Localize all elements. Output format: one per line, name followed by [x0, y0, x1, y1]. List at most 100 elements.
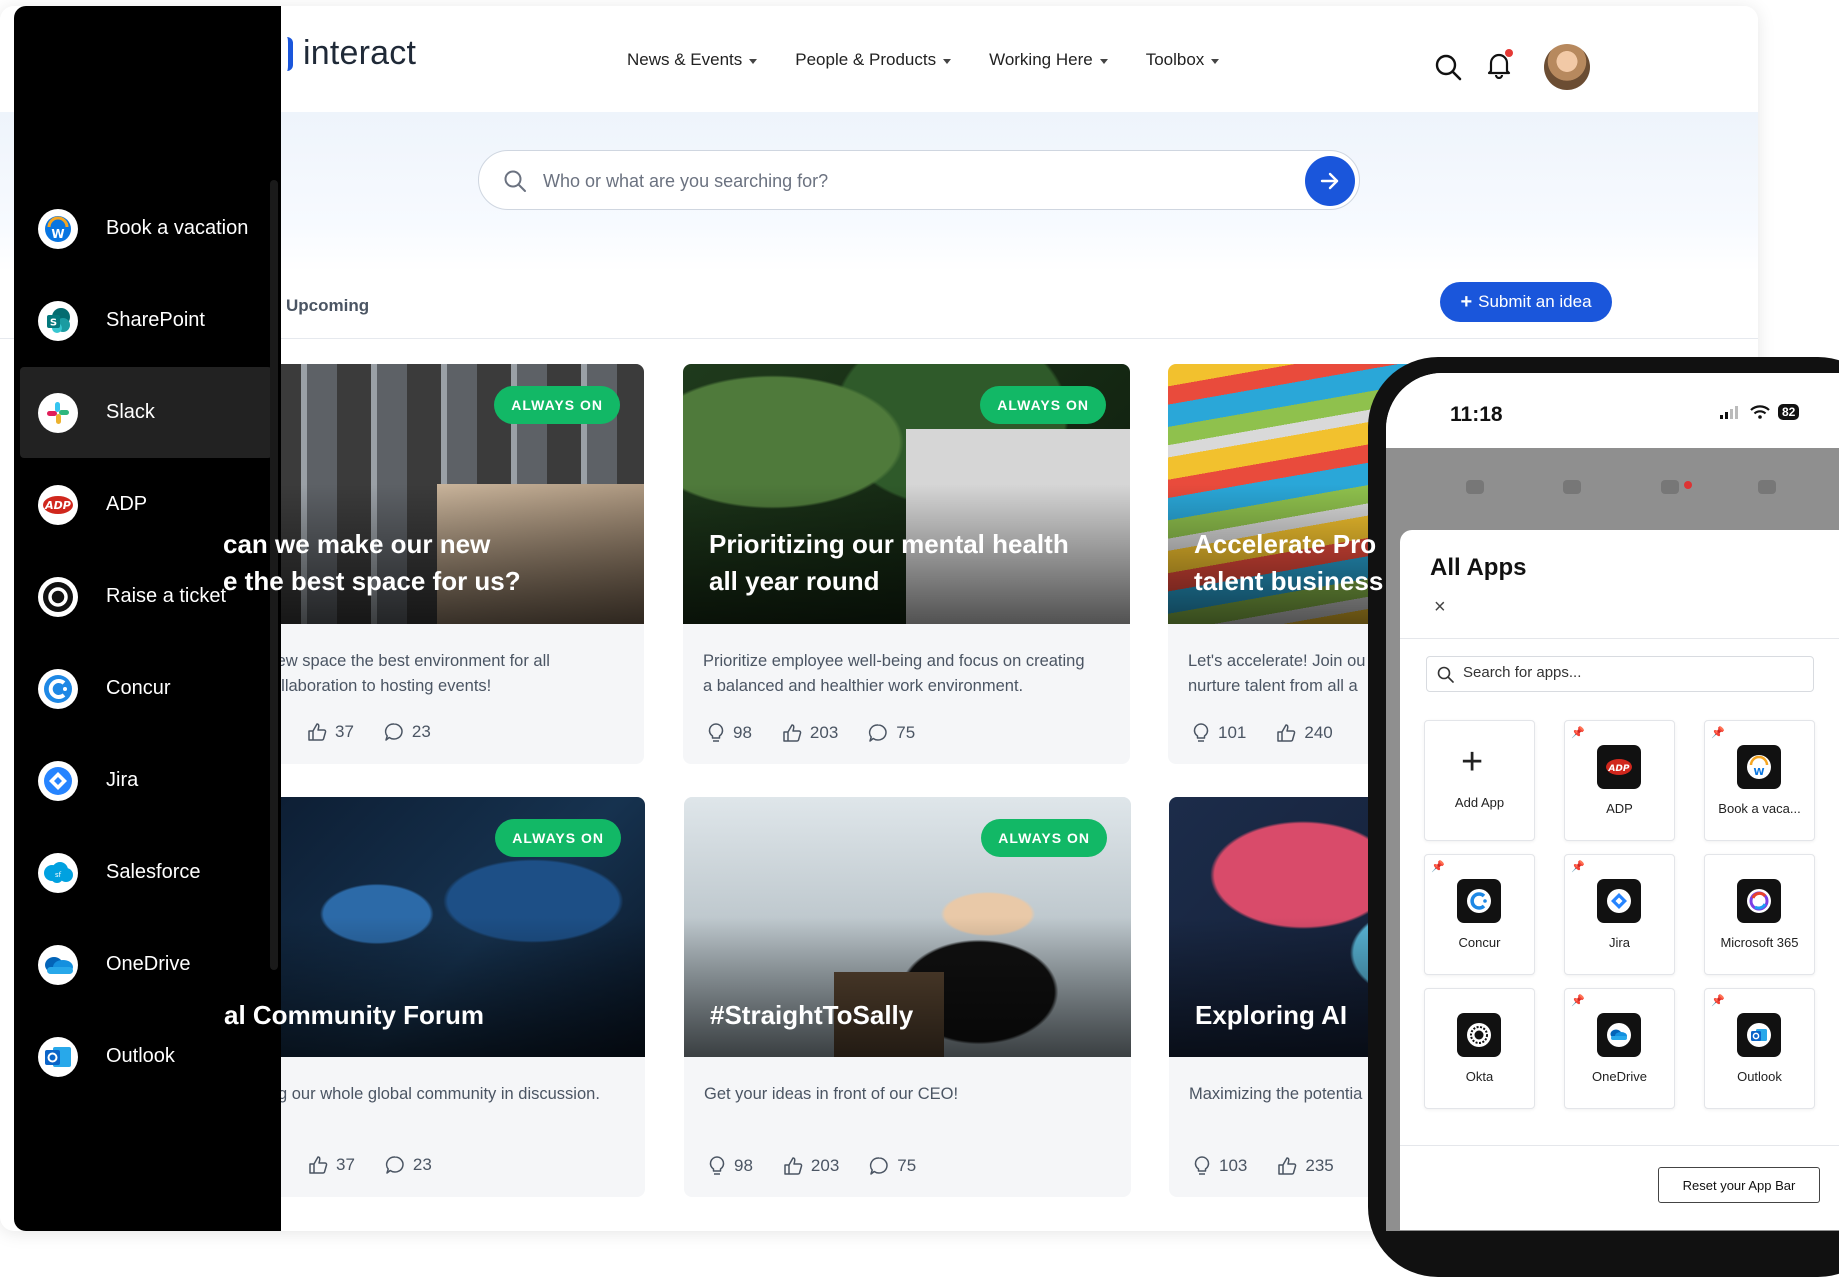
plus-icon: +	[1460, 291, 1473, 313]
idea-card[interactable]: ALWAYS ON #StraightToSally Get your idea…	[684, 797, 1131, 1197]
appbar-label: Jira	[106, 769, 139, 791]
pin-icon: 📌	[1571, 861, 1585, 873]
search-submit-button[interactable]	[1305, 156, 1355, 206]
workday-icon: W	[1737, 745, 1781, 789]
outlook-icon	[1737, 1013, 1781, 1057]
card-title: #StraightToSally	[710, 1000, 914, 1030]
tile-label: Book a vaca...	[1718, 801, 1801, 816]
card-title: Prioritizing our mental health all year …	[709, 529, 1069, 596]
caret-down-icon	[749, 58, 758, 64]
adp-icon: ADP	[38, 484, 78, 525]
submit-idea-button[interactable]: + Submit an idea	[1440, 282, 1612, 322]
jira-icon	[1597, 879, 1641, 923]
tile-jira[interactable]: 📌 Jira	[1564, 854, 1675, 975]
workday-icon: W	[38, 208, 78, 249]
tile-outlook[interactable]: 📌 Outlook	[1704, 988, 1815, 1109]
global-search	[478, 150, 1360, 210]
tile-concur[interactable]: 📌 Concur	[1424, 854, 1535, 975]
adp-icon: ADP	[1597, 745, 1641, 789]
pin-icon: 📌	[1711, 995, 1725, 1007]
notifications-button[interactable]	[1486, 48, 1513, 84]
nav-label: News & Events	[627, 50, 743, 69]
onedrive-icon	[38, 944, 78, 985]
appbar-label: Salesforce	[106, 861, 201, 883]
status-time: 11:18	[1450, 403, 1503, 426]
dimmed-nav	[1386, 480, 1839, 494]
caret-down-icon	[1099, 58, 1108, 64]
search-icon	[504, 170, 526, 192]
tile-label: Jira	[1609, 935, 1630, 950]
submit-idea-label: Submit an idea	[1478, 292, 1592, 311]
tile-label: Add App	[1454, 795, 1505, 810]
tile-microsoft-365[interactable]: Microsoft 365	[1704, 854, 1815, 975]
card-title: can we make our new e the best space for…	[223, 529, 521, 596]
jira-icon	[38, 760, 78, 801]
search-input[interactable]	[541, 163, 1245, 199]
nav-working-here[interactable]: Working Here	[989, 50, 1108, 70]
status-icons: 82	[1720, 404, 1800, 420]
appbar-item-salesforce[interactable]: sf Salesforce	[20, 827, 272, 918]
avatar[interactable]	[1544, 44, 1590, 90]
appbar-item-sharepoint[interactable]: S SharePoint	[20, 275, 272, 366]
svg-text:sf: sf	[55, 871, 62, 879]
nav-people-products[interactable]: People & Products	[795, 50, 952, 70]
nav-label: Working Here	[989, 50, 1093, 69]
card-title: al Community Forum	[224, 1000, 485, 1030]
concur-icon	[1457, 879, 1501, 923]
appbar-label: Book a vacation	[106, 217, 249, 239]
caret-down-icon	[943, 58, 952, 64]
appbar-label: Raise a ticket	[106, 585, 227, 607]
always-on-badge: ALWAYS ON	[495, 819, 621, 857]
plus-icon: +	[1461, 741, 1484, 783]
tile-label: Concur	[1458, 935, 1501, 950]
pin-icon: 📌	[1431, 861, 1445, 873]
appbar-label: Concur	[106, 677, 171, 699]
microsoft-365-icon	[1737, 879, 1781, 923]
signal-icon	[1720, 406, 1738, 419]
pin-icon: 📌	[1711, 727, 1725, 739]
outlook-icon	[38, 1036, 78, 1077]
sharepoint-icon: S	[38, 300, 78, 341]
notification-dot	[1505, 48, 1513, 57]
always-on-badge: ALWAYS ON	[494, 386, 620, 424]
appbar-label: ADP	[106, 493, 148, 515]
idea-card[interactable]: ALWAYS ON Prioritizing our mental health…	[683, 364, 1130, 764]
tile-book-vacation[interactable]: 📌 W Book a vaca...	[1704, 720, 1815, 841]
nav-toolbox[interactable]: Toolbox	[1146, 50, 1220, 70]
status-bar: 11:18 82	[1386, 373, 1839, 448]
wifi-icon	[1750, 405, 1770, 419]
nav-label: Toolbox	[1145, 50, 1205, 69]
ticket-icon	[38, 576, 78, 617]
tab-upcoming[interactable]: Upcoming	[286, 296, 369, 316]
notification-dot	[1684, 481, 1692, 489]
search-icon	[1563, 480, 1582, 494]
card-title: Accelerate Pro talent business	[1194, 529, 1384, 596]
caret-down-icon	[1211, 58, 1220, 64]
reset-app-bar-button[interactable]: Reset your App Bar	[1658, 1167, 1820, 1203]
always-on-badge: ALWAYS ON	[981, 819, 1107, 857]
onedrive-icon	[1597, 1013, 1641, 1057]
concur-icon	[38, 668, 78, 709]
appbar-label: Slack	[106, 401, 155, 423]
salesforce-icon: sf	[38, 852, 78, 893]
appbar-item-book-vacation[interactable]: W Book a vacation	[20, 183, 272, 274]
always-on-badge: ALWAYS ON	[980, 386, 1106, 424]
appbar-label: SharePoint	[106, 309, 205, 331]
appbar-label: Outlook	[106, 1045, 175, 1067]
home-icon	[1465, 480, 1484, 494]
bell-icon	[1660, 480, 1679, 494]
logo[interactable]: interact	[278, 34, 416, 73]
search-icon[interactable]	[1434, 53, 1462, 81]
card-title: Exploring AI	[1195, 1000, 1348, 1030]
header-actions	[1434, 44, 1590, 90]
nav-news-events[interactable]: News & Events	[627, 50, 758, 70]
appbar-item-jira[interactable]: Jira	[20, 735, 272, 826]
svg-text:W: W	[51, 227, 64, 241]
svg-text:W: W	[1753, 767, 1764, 778]
svg-text:ADP: ADP	[1607, 764, 1629, 774]
menu-icon	[1758, 480, 1777, 494]
battery-level: 82	[1778, 404, 1800, 420]
slack-icon	[38, 392, 78, 433]
main-nav: News & Events People & Products Working …	[627, 50, 1220, 70]
appbar-item-slack[interactable]: Slack	[20, 367, 272, 458]
